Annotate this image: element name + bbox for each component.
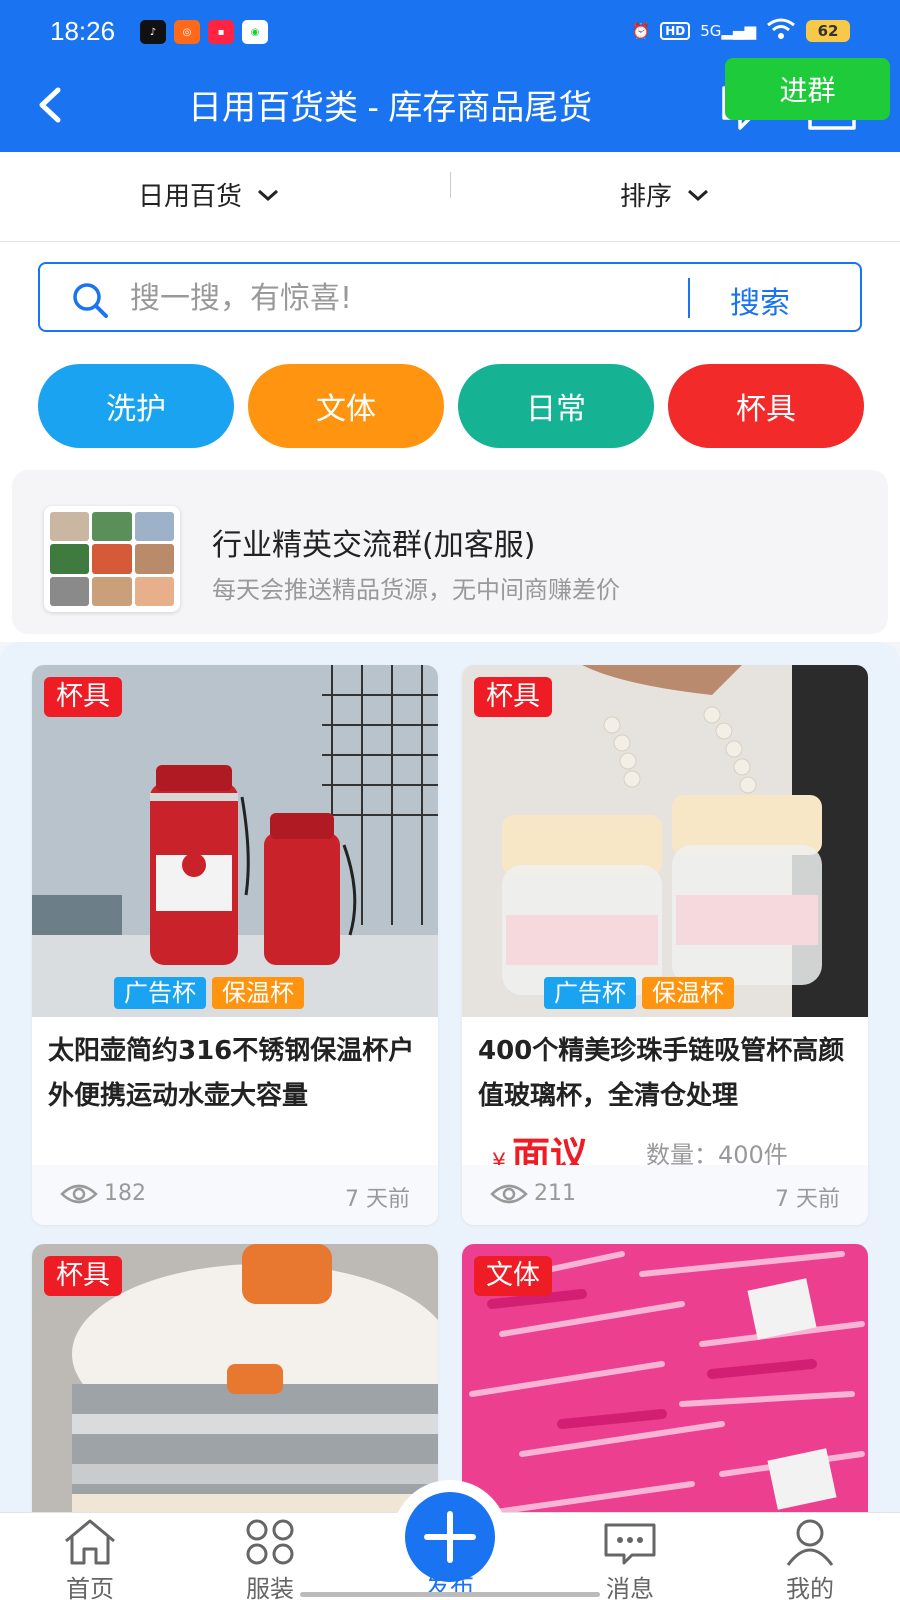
category-filter-label: 日用百货 bbox=[138, 182, 243, 212]
product-card[interactable]: 文体 bbox=[462, 1244, 868, 1544]
views-count: 182 bbox=[104, 1181, 146, 1206]
page-title: 日用百货类 - 库存商品尾货 bbox=[188, 89, 593, 127]
home-icon bbox=[65, 1519, 115, 1565]
product-category-tag: 杯具 bbox=[474, 677, 552, 717]
home-indicator bbox=[300, 1592, 600, 1597]
product-image bbox=[462, 665, 868, 1017]
product-label: 广告杯 bbox=[114, 977, 206, 1009]
hd-icon: HD bbox=[660, 22, 691, 40]
notification-icons: ♪ ◎ ▪ ◉ bbox=[140, 20, 268, 44]
category-pill-cups[interactable]: 杯具 bbox=[668, 364, 864, 448]
product-category-tag: 杯具 bbox=[44, 677, 122, 717]
join-group-button[interactable]: 进群 bbox=[725, 58, 890, 120]
category-pill-wash[interactable]: 洗护 bbox=[38, 364, 234, 448]
category-pills: 洗护 文体 日常 杯具 bbox=[38, 364, 864, 448]
wifi-icon bbox=[766, 18, 796, 44]
signal-icon: 5G▂▄▆ bbox=[700, 22, 756, 40]
back-button[interactable] bbox=[30, 82, 70, 128]
product-labels: 广告杯 保温杯 bbox=[114, 977, 304, 1009]
group-avatar bbox=[44, 506, 180, 612]
search-divider bbox=[688, 278, 690, 318]
group-subtitle: 每天会推送精品货源，无中间商赚差价 bbox=[212, 576, 620, 604]
nav-home-label: 首页 bbox=[66, 1575, 114, 1600]
nav-mine[interactable]: 我的 bbox=[760, 1517, 860, 1600]
status-time: 18:26 bbox=[50, 16, 116, 46]
nav-clothing[interactable]: 服装 bbox=[220, 1517, 320, 1600]
category-filter[interactable]: 日用百货 bbox=[138, 176, 280, 213]
product-footer: 211 7 天前 bbox=[462, 1165, 868, 1225]
user-icon bbox=[786, 1519, 834, 1566]
xiaohongshu-icon: ▪ bbox=[208, 20, 234, 44]
product-title: 太阳壶简约316不锈钢保温杯户外便携运动水壶大容量 bbox=[48, 1036, 415, 1111]
filter-divider bbox=[450, 172, 451, 198]
product-time: 7 天前 bbox=[775, 1187, 840, 1212]
status-right: ⏰ HD 5G▂▄▆ 62 bbox=[632, 18, 850, 44]
battery-icon: 62 bbox=[806, 20, 850, 42]
category-pill-stationery[interactable]: 文体 bbox=[248, 364, 444, 448]
tiktok-icon: ♪ bbox=[140, 20, 166, 44]
product-views: 211 bbox=[490, 1181, 576, 1206]
product-card[interactable]: 杯具 广告杯 保温杯 400个精美珍珠手链吸管杯高颜值玻璃杯，全清仓处理 ¥ 面… bbox=[462, 665, 868, 1225]
filter-bar: 日用百货 排序 bbox=[0, 152, 900, 242]
nav-mine-label: 我的 bbox=[786, 1575, 834, 1600]
group-card[interactable]: 行业精英交流群(加客服) 每天会推送精品货源，无中间商赚差价 bbox=[12, 470, 888, 634]
views-count: 211 bbox=[534, 1181, 576, 1206]
nav-messages[interactable]: 消息 bbox=[580, 1517, 680, 1600]
wechat-icon: ◉ bbox=[242, 20, 268, 44]
sort-filter[interactable]: 排序 bbox=[620, 176, 710, 213]
product-views: 182 bbox=[60, 1181, 146, 1206]
chevron-down-icon bbox=[688, 189, 709, 201]
search-icon bbox=[73, 283, 108, 318]
network-type: 5G bbox=[700, 22, 722, 40]
product-label: 广告杯 bbox=[544, 977, 636, 1009]
group-title: 行业精英交流群(加客服) bbox=[212, 528, 536, 563]
chevron-left-icon bbox=[39, 87, 61, 123]
status-bar: 18:26 ♪ ◎ ▪ ◉ ⏰ HD 5G▂▄▆ 62 bbox=[0, 0, 900, 62]
nav-home[interactable]: 首页 bbox=[40, 1517, 140, 1600]
product-time: 7 天前 bbox=[345, 1187, 410, 1212]
eye-icon bbox=[60, 1184, 98, 1203]
search-button[interactable]: 搜索 bbox=[730, 278, 790, 322]
chevron-down-icon bbox=[258, 189, 279, 201]
product-image bbox=[32, 665, 438, 1017]
product-label: 保温杯 bbox=[212, 977, 304, 1009]
alarm-icon: ⏰ bbox=[631, 22, 651, 40]
product-category-tag: 文体 bbox=[474, 1256, 552, 1296]
app-icon-orange: ◎ bbox=[174, 20, 200, 44]
eye-icon bbox=[490, 1184, 528, 1203]
product-footer: 182 7 天前 bbox=[32, 1165, 438, 1225]
product-labels: 广告杯 保温杯 bbox=[544, 977, 734, 1009]
product-card[interactable]: 杯具 广告杯 保温杯 太阳壶简约316不锈钢保温杯户外便携运动水壶大容量 182… bbox=[32, 665, 438, 1225]
search-box: 搜索 bbox=[38, 262, 862, 332]
search-input[interactable] bbox=[130, 274, 700, 322]
product-card[interactable]: 杯具 bbox=[32, 1244, 438, 1544]
message-icon bbox=[604, 1523, 656, 1565]
product-category-tag: 杯具 bbox=[44, 1256, 122, 1296]
product-label: 保温杯 bbox=[642, 977, 734, 1009]
grid-icon bbox=[246, 1519, 294, 1565]
category-pill-daily[interactable]: 日常 bbox=[458, 364, 654, 448]
sort-filter-label: 排序 bbox=[620, 182, 673, 212]
product-title: 400个精美珍珠手链吸管杯高颜值玻璃杯，全清仓处理 bbox=[478, 1036, 845, 1111]
